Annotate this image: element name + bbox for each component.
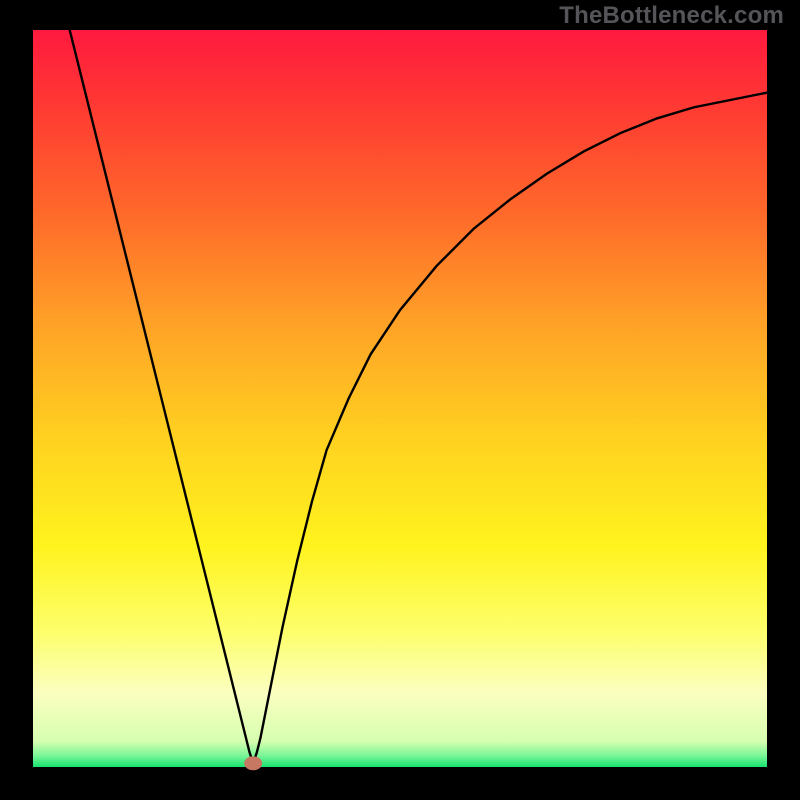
watermark-text: TheBottleneck.com: [559, 2, 784, 30]
plot-background: [33, 30, 767, 767]
chart-frame: TheBottleneck.com: [0, 0, 800, 800]
optimal-point-marker: [244, 756, 262, 770]
bottleneck-chart: [0, 0, 800, 800]
